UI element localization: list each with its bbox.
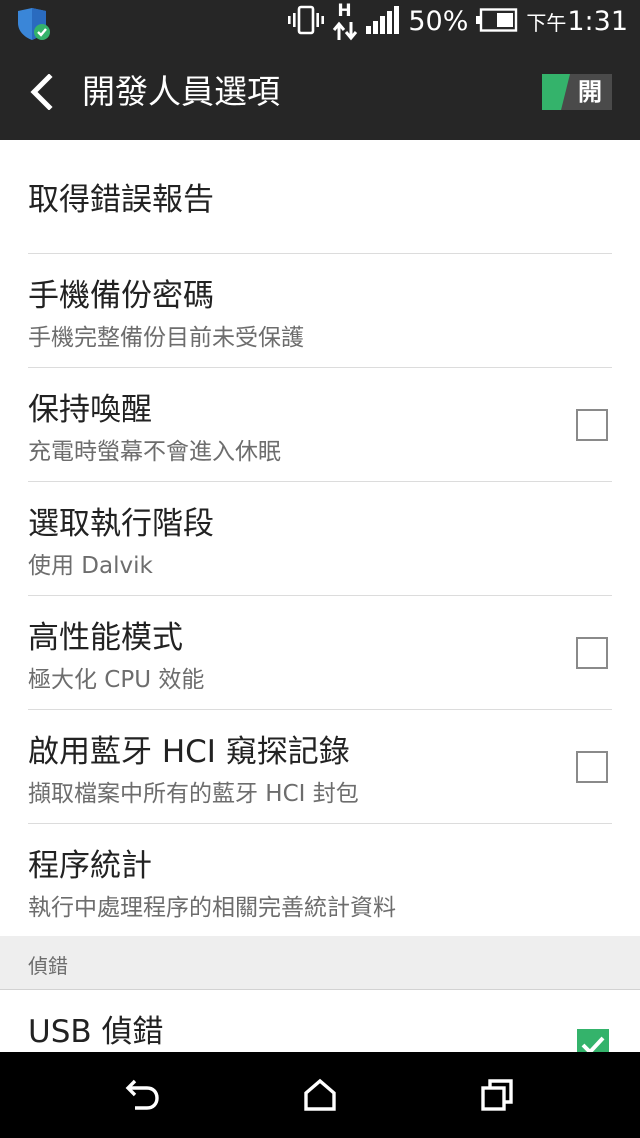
high-performance-checkbox[interactable] <box>576 637 608 669</box>
setting-title: 手機備份密碼 <box>28 278 214 314</box>
signal-bars-icon <box>366 6 400 38</box>
status-bar: H 50% 下午 1:31 <box>0 0 640 44</box>
shield-check-icon <box>16 7 50 41</box>
stay-awake-checkbox[interactable] <box>576 409 608 441</box>
nav-home-button[interactable] <box>297 1072 343 1118</box>
setting-subtitle: 充電時螢幕不會進入休眠 <box>28 439 281 465</box>
section-header-debugging: 偵錯 <box>0 936 640 990</box>
vibrate-icon <box>288 5 325 39</box>
setting-bluetooth-hci-log[interactable]: 啟用藍牙 HCI 窺探記錄 擷取檔案中所有的藍牙 HCI 封包 <box>0 710 640 824</box>
network-type: H <box>337 1 352 21</box>
setting-title: 程序統計 <box>28 848 152 884</box>
setting-title: 選取執行階段 <box>28 506 214 542</box>
status-icons: H 50% 下午 1:31 <box>288 0 628 44</box>
setting-title: 高性能模式 <box>28 620 183 656</box>
usb-debugging-checkbox[interactable] <box>577 1029 609 1052</box>
battery-percent: 50% <box>408 6 469 37</box>
setting-subtitle: 極大化 CPU 效能 <box>28 667 205 693</box>
setting-subtitle: 手機完整備份目前未受保護 <box>28 325 304 351</box>
clock: 下午 1:31 <box>526 0 628 45</box>
setting-title: 啟用藍牙 HCI 窺探記錄 <box>28 734 350 770</box>
setting-title: 保持喚醒 <box>28 392 152 428</box>
setting-subtitle: 擷取檔案中所有的藍牙 HCI 封包 <box>28 781 359 807</box>
data-arrows-icon: H <box>332 2 358 42</box>
setting-bug-report[interactable]: 取得錯誤報告 <box>0 140 640 254</box>
setting-select-runtime[interactable]: 選取執行階段 使用 Dalvik <box>0 482 640 596</box>
navigation-bar <box>0 1052 640 1138</box>
settings-list[interactable]: 取得錯誤報告 手機備份密碼 手機完整備份目前未受保護 保持喚醒 充電時螢幕不會進… <box>0 140 640 1052</box>
action-bar: 開發人員選項 開 <box>0 44 640 140</box>
recent-apps-icon <box>481 1079 513 1111</box>
setting-title: 取得錯誤報告 <box>28 182 214 218</box>
setting-high-performance[interactable]: 高性能模式 極大化 CPU 效能 <box>0 596 640 710</box>
section-header-label: 偵錯 <box>28 954 68 978</box>
chevron-left-icon <box>30 74 53 110</box>
setting-subtitle: 使用 Dalvik <box>28 553 153 579</box>
nav-recent-apps-button[interactable] <box>474 1072 520 1118</box>
page-title: 開發人員選項 <box>82 72 280 111</box>
toggle-on-indicator <box>542 74 570 110</box>
toggle-label: 開 <box>578 78 602 106</box>
setting-subtitle: 執行中處理程序的相關完善統計資料 <box>28 895 396 921</box>
bluetooth-hci-checkbox[interactable] <box>576 751 608 783</box>
back-button[interactable] <box>14 62 70 122</box>
setting-title: USB 偵錯 <box>28 1014 164 1050</box>
back-icon <box>125 1079 159 1110</box>
setting-stay-awake[interactable]: 保持喚醒 充電時螢幕不會進入休眠 <box>0 368 640 482</box>
nav-back-button[interactable] <box>120 1072 166 1118</box>
screen: H 50% 下午 1:31 開發人員選項 開 取得錯誤報告 手機備份密碼 手機完… <box>0 0 640 1138</box>
setting-process-stats[interactable]: 程序統計 執行中處理程序的相關完善統計資料 <box>0 824 640 936</box>
home-icon <box>304 1078 336 1111</box>
battery-icon <box>476 8 518 36</box>
setting-backup-password[interactable]: 手機備份密碼 手機完整備份目前未受保護 <box>0 254 640 368</box>
setting-usb-debugging[interactable]: USB 偵錯 <box>0 990 640 1052</box>
checkmark-icon <box>581 1036 605 1052</box>
clock-time: 1:31 <box>567 5 628 37</box>
developer-options-toggle[interactable]: 開 <box>542 74 612 110</box>
clock-ampm: 下午 <box>526 10 567 35</box>
